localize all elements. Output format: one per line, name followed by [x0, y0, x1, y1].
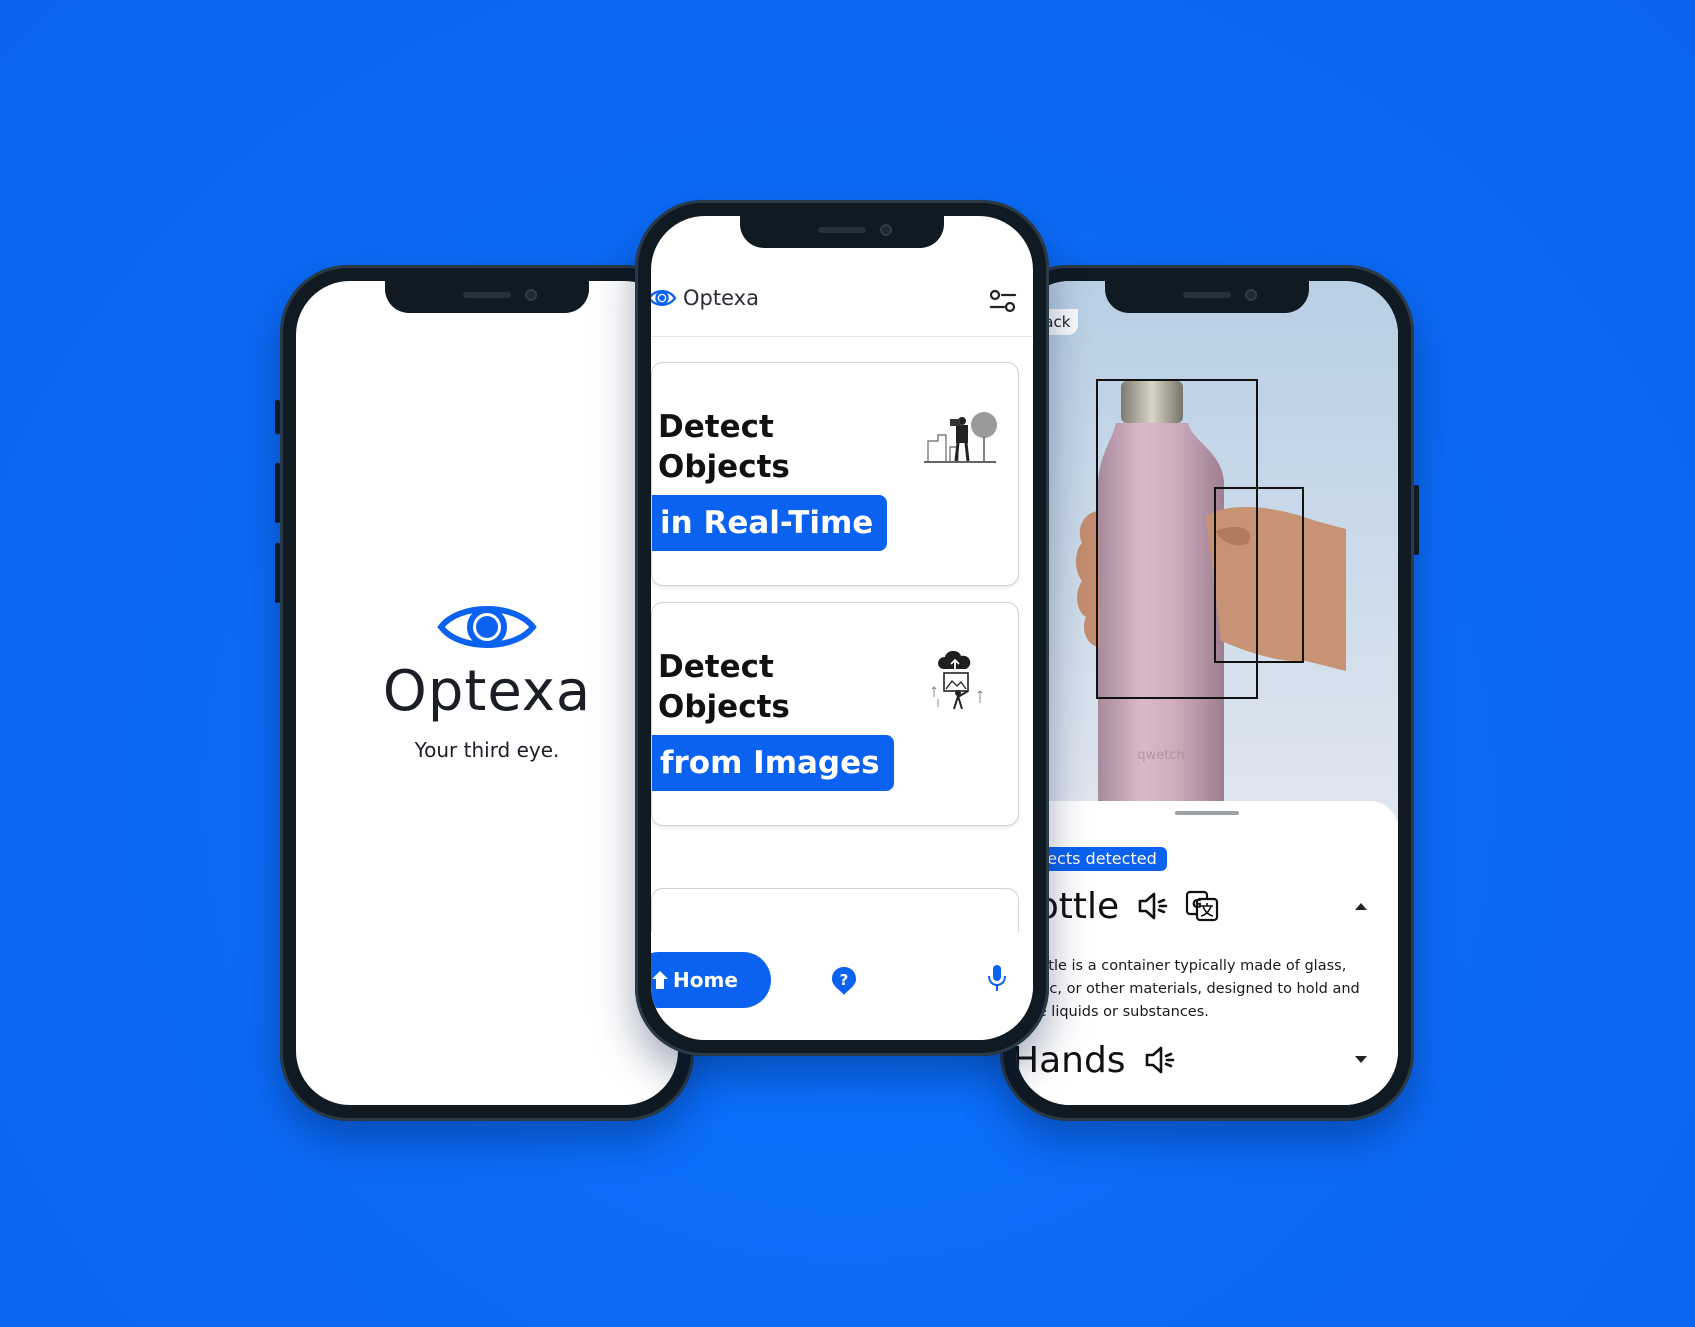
nav-home-label: Home	[673, 968, 738, 992]
card-image-detection[interactable]: Detect Objects from Images	[651, 602, 1019, 826]
nav-home-button[interactable]: Home	[651, 952, 771, 1008]
svg-text:G: G	[1192, 897, 1202, 911]
help-icon[interactable]: ?	[831, 966, 857, 996]
notch	[1105, 281, 1309, 313]
header-brand[interactable]: Optexa	[651, 286, 759, 310]
image-upload-illustration-icon	[931, 650, 983, 710]
card-title-line2: Objects	[658, 689, 790, 725]
notch	[385, 281, 589, 313]
app-header: Optexa	[651, 266, 1033, 337]
detection-screen: qwetch Back Objects detected Bottle G A …	[1016, 281, 1398, 1105]
sheet-handle[interactable]	[1175, 811, 1239, 815]
object-description: A bottle is a container typically made o…	[1016, 958, 1360, 1020]
bottom-nav: Home ?	[651, 932, 1033, 1040]
home-icon	[652, 971, 668, 989]
home-phone: Optexa Detect Objects in Real-Time Detec…	[635, 200, 1049, 1056]
collapse-caret-icon[interactable]	[1354, 901, 1368, 911]
power-button	[1414, 485, 1419, 555]
svg-text:?: ?	[840, 971, 849, 989]
settings-sliders-icon[interactable]	[989, 288, 1017, 314]
bounding-box-hand[interactable]	[1214, 487, 1304, 663]
splash-phone: Optexa Your third eye.	[275, 265, 694, 1121]
card-title: Detect Objects	[658, 407, 790, 487]
object-row-hands[interactable]: Hands	[1016, 1035, 1398, 1085]
results-sheet: Objects detected Bottle G A bottle is a …	[1016, 801, 1398, 1105]
splash-logo: Optexa Your third eye.	[296, 599, 678, 762]
detection-phone: qwetch Back Objects detected Bottle G A …	[1000, 265, 1419, 1121]
splash-screen: Optexa Your third eye.	[296, 281, 678, 1105]
card-title-line1: Detect	[658, 649, 774, 685]
expand-caret-icon[interactable]	[1354, 1055, 1368, 1065]
card-title: Detect Objects	[658, 647, 790, 727]
home-screen: Optexa Detect Objects in Real-Time Detec…	[651, 216, 1033, 1040]
card-pill: in Real-Time	[652, 495, 888, 551]
mute-switch	[275, 400, 280, 434]
card-title-line2: Objects	[658, 449, 790, 485]
bottle-brand-text: qwetch	[1137, 748, 1184, 763]
speaker-icon[interactable]	[1137, 891, 1171, 921]
object-name: Hands	[1016, 1039, 1126, 1081]
header-app-name: Optexa	[683, 286, 759, 310]
translate-icon[interactable]: G	[1185, 890, 1219, 922]
object-row-bottle[interactable]: Bottle G	[1016, 881, 1398, 931]
man-with-camera-illustration-icon	[924, 412, 997, 463]
app-name: Optexa	[382, 659, 592, 724]
notch	[740, 216, 944, 248]
camera-photo: qwetch Back	[1016, 281, 1398, 821]
card-pill: from Images	[652, 735, 894, 791]
tagline: Your third eye.	[414, 738, 560, 762]
mic-icon[interactable]	[987, 964, 1007, 992]
volume-down-button	[275, 543, 280, 603]
speaker-icon[interactable]	[1144, 1045, 1178, 1075]
volume-up-button	[275, 463, 280, 523]
card-realtime-detection[interactable]: Detect Objects in Real-Time	[651, 362, 1019, 586]
eye-logo-icon	[437, 606, 537, 648]
eye-logo-icon	[651, 290, 677, 306]
card-title-line1: Detect	[658, 409, 774, 445]
